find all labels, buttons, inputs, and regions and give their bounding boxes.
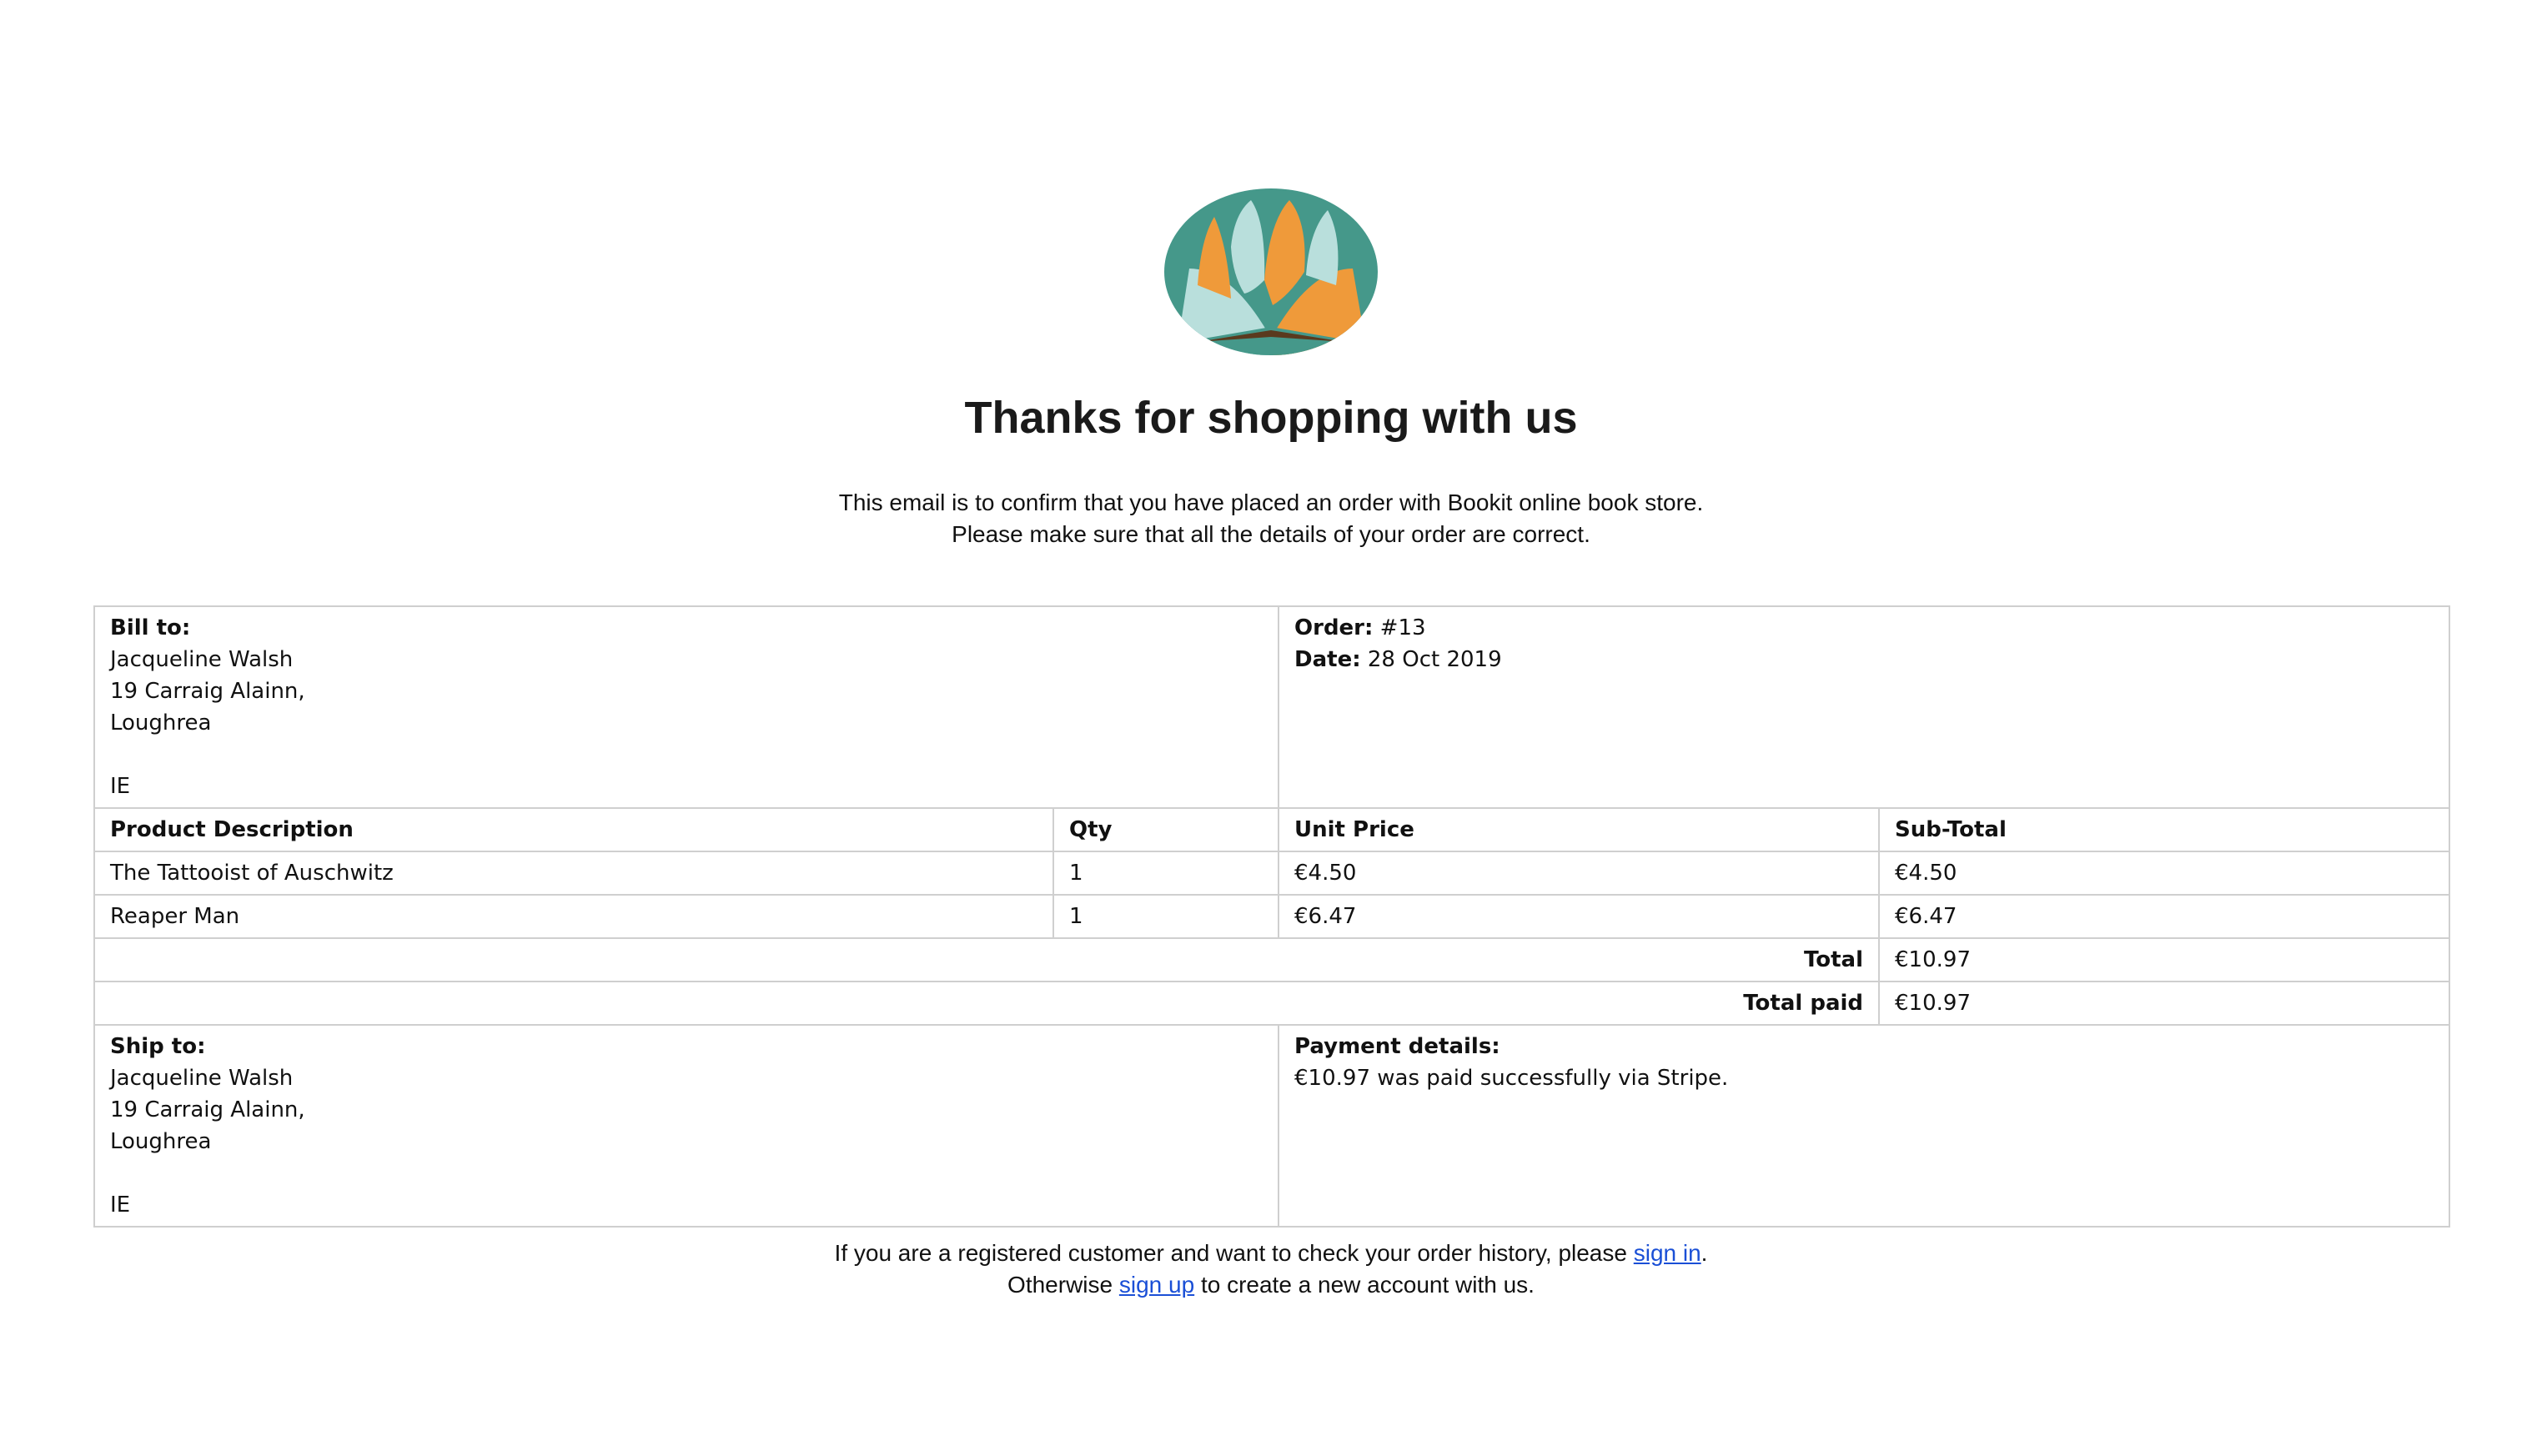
total-paid-label: Total paid — [93, 981, 1881, 1026]
product-qty: 1 — [1052, 851, 1280, 896]
footer-line-2: Otherwise sign up to create a new accoun… — [0, 1269, 2542, 1301]
table-row: The Tattooist of Auschwitz 1 €4.50 €4.50 — [93, 851, 2451, 896]
shipping-payment-row: Ship to: Jacqueline Walsh 19 Carraig Ala… — [93, 1024, 2451, 1228]
footer-line-2-before: Otherwise — [1007, 1272, 1119, 1298]
footer-line-1-after: . — [1701, 1240, 1708, 1266]
table-header-row: Product Description Qty Unit Price Sub-T… — [93, 807, 2451, 852]
order-number: #13 — [1379, 615, 1426, 640]
book-lotus-logo-icon — [1164, 188, 1378, 355]
total-value: €10.97 — [1878, 937, 2451, 982]
total-paid-row: Total paid €10.97 — [93, 981, 2451, 1026]
intro-line-1: This email is to confirm that you have p… — [838, 490, 1704, 515]
product-description: The Tattooist of Auschwitz — [93, 851, 1054, 896]
payment-details-text: €10.97 was paid successfully via Stripe. — [1294, 1066, 1729, 1091]
header-unit-price: Unit Price — [1278, 807, 1881, 852]
bill-to-spacer — [110, 739, 1263, 771]
ship-to-label: Ship to: — [110, 1034, 206, 1059]
order-label: Order: — [1294, 615, 1374, 640]
bill-to-country: IE — [110, 774, 131, 799]
product-sub-total: €4.50 — [1878, 851, 2451, 896]
order-number-line: Order: #13 — [1294, 612, 2434, 644]
footer-line-1-before: If you are a registered customer and wan… — [834, 1240, 1634, 1266]
intro-line-2: Please make sure that all the details of… — [952, 521, 1590, 547]
ship-to-cell: Ship to: Jacqueline Walsh 19 Carraig Ala… — [93, 1024, 1280, 1228]
ship-to-address-line-1: 19 Carraig Alainn, — [110, 1097, 305, 1122]
page-title: Thanks for shopping with us — [964, 393, 1578, 443]
sign-up-link[interactable]: sign up — [1119, 1272, 1194, 1298]
payment-details-label: Payment details: — [1294, 1034, 1500, 1059]
ship-to-spacer — [110, 1157, 1263, 1189]
header-qty: Qty — [1052, 807, 1280, 852]
ship-to-country: IE — [110, 1192, 131, 1218]
product-description: Reaper Man — [93, 894, 1054, 939]
product-sub-total: €6.47 — [1878, 894, 2451, 939]
order-date: 28 Oct 2019 — [1367, 647, 1502, 672]
footer-line-1: If you are a registered customer and wan… — [0, 1238, 2542, 1269]
bill-to-address-line-1: 19 Carraig Alainn, — [110, 679, 305, 704]
bill-to-name: Jacqueline Walsh — [110, 647, 294, 672]
intro-text: This email is to confirm that you have p… — [0, 487, 2542, 550]
sign-in-link[interactable]: sign in — [1634, 1240, 1701, 1266]
ship-to-address-line-2: Loughrea — [110, 1129, 212, 1154]
bill-to-cell: Bill to: Jacqueline Walsh 19 Carraig Ala… — [93, 605, 1280, 809]
product-unit-price: €6.47 — [1278, 894, 1881, 939]
footer-line-2-after: to create a new account with us. — [1194, 1272, 1535, 1298]
address-row: Bill to: Jacqueline Walsh 19 Carraig Ala… — [93, 605, 2451, 809]
total-row: Total €10.97 — [93, 937, 2451, 982]
order-info-cell: Order: #13 Date: 28 Oct 2019 — [1278, 605, 2451, 809]
footer-text: If you are a registered customer and wan… — [0, 1238, 2542, 1301]
total-paid-value: €10.97 — [1878, 981, 2451, 1026]
header-product-description: Product Description — [93, 807, 1054, 852]
total-label: Total — [93, 937, 1881, 982]
header-sub-total: Sub-Total — [1878, 807, 2451, 852]
bookit-logo — [1164, 188, 1378, 355]
product-qty: 1 — [1052, 894, 1280, 939]
order-date-line: Date: 28 Oct 2019 — [1294, 644, 2434, 675]
order-summary: Bill to: Jacqueline Walsh 19 Carraig Ala… — [93, 605, 2451, 1228]
table-row: Reaper Man 1 €6.47 €6.47 — [93, 894, 2451, 939]
bill-to-label: Bill to: — [110, 615, 191, 640]
order-table: Bill to: Jacqueline Walsh 19 Carraig Ala… — [93, 605, 2451, 1228]
date-label: Date: — [1294, 647, 1361, 672]
product-unit-price: €4.50 — [1278, 851, 1881, 896]
bill-to-address-line-2: Loughrea — [110, 710, 212, 736]
payment-details-cell: Payment details: €10.97 was paid success… — [1278, 1024, 2451, 1228]
ship-to-name: Jacqueline Walsh — [110, 1066, 294, 1091]
